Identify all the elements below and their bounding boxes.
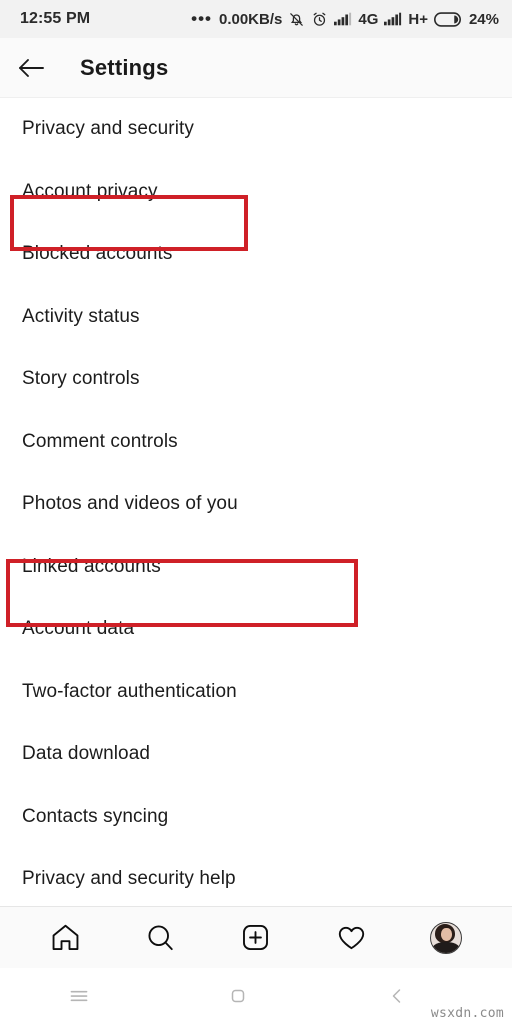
profile-avatar[interactable] (423, 915, 469, 961)
system-nav-bar: wsxdn.com (0, 968, 512, 1024)
network-type-hplus-label: H+ (408, 10, 428, 28)
settings-list-item-label: Data download (22, 743, 151, 765)
square-home-icon[interactable] (159, 984, 318, 1008)
phone-screen: 12:55 PM ••• 0.00KB/s 4G H+ 24% Settings… (0, 0, 512, 1024)
bell-slash-icon (288, 11, 305, 28)
battery-percent-label: 24% (468, 10, 499, 28)
settings-list-item-label: Story controls (22, 368, 140, 390)
settings-list-item[interactable]: Photos and videos of you (0, 473, 512, 536)
settings-list-item-label: Contacts syncing (22, 805, 169, 827)
settings-list-item-label: Activity status (22, 305, 140, 327)
settings-list-item[interactable]: Linked accounts (0, 536, 512, 599)
settings-list-item[interactable]: Blocked accounts (0, 223, 512, 286)
settings-list-item-label: Photos and videos of you (22, 493, 238, 515)
watermark: wsxdn.com (430, 1006, 504, 1021)
settings-list-item[interactable]: Activity status (0, 286, 512, 349)
settings-list-item-label: Account data (22, 618, 135, 640)
back-arrow-icon[interactable] (12, 49, 50, 87)
settings-list-item[interactable]: Contacts syncing (0, 786, 512, 849)
menu-icon[interactable] (0, 983, 159, 1009)
alarm-clock-icon (311, 11, 328, 28)
avatar-body (433, 941, 460, 953)
settings-list-item-label: Comment controls (22, 430, 178, 452)
signal-bars-icon-2 (384, 12, 402, 26)
settings-list-item[interactable]: Account data (0, 598, 512, 661)
home-icon[interactable] (43, 915, 89, 961)
heart-icon[interactable] (328, 915, 374, 961)
bottom-nav-bar (0, 906, 512, 968)
settings-list: Privacy and security Account privacy Block… (0, 98, 512, 906)
settings-list-item[interactable]: Privacy and security (0, 98, 512, 161)
settings-list-item[interactable]: Two-factor authentication (0, 661, 512, 724)
network-speed-label: 0.00KB/s (218, 10, 283, 28)
settings-list-item[interactable]: Data download (0, 723, 512, 786)
overflow-dots-icon: ••• (191, 9, 212, 28)
settings-list-item[interactable]: Privacy and security help (0, 848, 512, 906)
settings-list-item-label: Privacy and security (22, 118, 195, 140)
page-title: Settings (80, 54, 169, 80)
status-indicators: ••• 0.00KB/s 4G H+ 24% (191, 9, 499, 28)
settings-list-item-label: Account privacy (22, 180, 158, 202)
app-bar: Settings (0, 38, 512, 98)
settings-list-item[interactable]: Comment controls (0, 411, 512, 474)
settings-list-item[interactable]: Account privacy (0, 161, 512, 224)
signal-bars-icon (334, 12, 352, 26)
status-clock: 12:55 PM (20, 10, 91, 27)
settings-list-item[interactable]: Story controls (0, 348, 512, 411)
add-post-icon[interactable] (233, 915, 279, 961)
back-chevron-icon[interactable] (317, 984, 476, 1008)
settings-list-item-label: Linked accounts (22, 555, 161, 577)
avatar (430, 921, 463, 954)
status-bar: 12:55 PM ••• 0.00KB/s 4G H+ 24% (0, 0, 512, 38)
avatar-face (441, 927, 453, 941)
settings-list-item-label: Privacy and security help (22, 868, 236, 890)
settings-list-item-label: Two-factor authentication (22, 680, 237, 702)
battery-icon (433, 11, 461, 27)
search-icon[interactable] (138, 915, 184, 961)
network-type-4g-label: 4G (358, 10, 379, 28)
settings-list-item-label: Blocked accounts (22, 243, 173, 265)
